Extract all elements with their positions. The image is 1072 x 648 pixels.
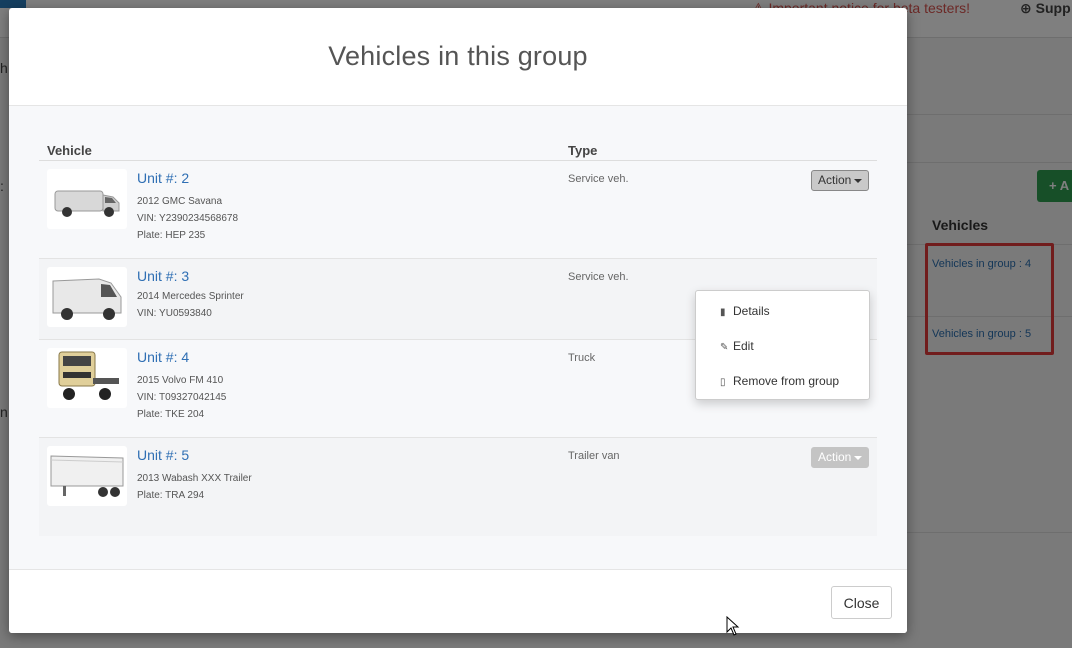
unit-link[interactable]: Unit #: 4 — [137, 349, 189, 365]
vehicle-type: Service veh. — [568, 271, 629, 283]
table-row: Unit #: 5 2013 Wabash XXX Trailer Plate:… — [39, 438, 877, 536]
menu-item-remove-from-group[interactable]: ▯ Remove from group — [720, 374, 839, 388]
menu-item-label: Edit — [733, 339, 754, 353]
caret-down-icon — [854, 455, 863, 460]
vehicle-type: Truck — [568, 352, 596, 364]
action-button[interactable]: Action — [811, 447, 869, 468]
vehicle-vin: VIN: T09327042145 — [137, 392, 227, 403]
vehicle-model: 2012 GMC Savana — [137, 196, 223, 207]
vehicle-vin: VIN: Y2390234568678 — [137, 213, 239, 224]
edit-icon: ✎ — [720, 342, 729, 353]
vehicle-thumbnail — [47, 169, 127, 229]
trash-icon: ▯ — [720, 377, 726, 388]
action-label: Action — [818, 173, 852, 187]
van-icon — [54, 190, 120, 217]
vehicle-thumbnail — [47, 348, 127, 408]
menu-item-label: Details — [733, 304, 770, 318]
menu-item-details[interactable]: ▮ Details — [720, 304, 770, 318]
vehicle-type: Trailer van — [568, 450, 620, 462]
vehicle-column-header: Vehicle — [47, 143, 92, 158]
close-button[interactable]: Close — [831, 586, 892, 619]
vehicle-thumbnail — [47, 267, 127, 327]
table-header: Vehicle Type — [39, 132, 877, 161]
sprinter-van-icon — [52, 278, 122, 320]
vehicle-plate: Plate: TRA 294 — [137, 490, 205, 501]
mouse-cursor-icon — [726, 616, 740, 636]
vehicles-modal: Vehicles in this group Vehicle Type Unit… — [9, 8, 907, 633]
caret-down-icon — [854, 178, 863, 183]
vehicle-vin: VIN: YU0593840 — [137, 308, 212, 319]
vehicle-plate: Plate: TKE 204 — [137, 409, 205, 420]
trailer-icon — [50, 455, 124, 497]
modal-title: Vehicles in this group — [328, 41, 588, 71]
unit-link[interactable]: Unit #: 5 — [137, 447, 189, 463]
action-dropdown-menu: ▮ Details ✎ Edit ▯ Remove from group — [695, 290, 870, 400]
modal-header: Vehicles in this group — [9, 8, 907, 106]
type-column-header: Type — [568, 143, 598, 158]
book-icon: ▮ — [720, 307, 726, 318]
vehicle-model: 2014 Mercedes Sprinter — [137, 291, 244, 302]
vehicle-model: 2015 Volvo FM 410 — [137, 375, 224, 386]
vehicle-type: Service veh. — [568, 173, 629, 185]
action-button[interactable]: Action — [811, 170, 869, 191]
unit-link[interactable]: Unit #: 3 — [137, 268, 189, 284]
modal-footer: Close — [9, 569, 907, 633]
table-row: Unit #: 2 2012 GMC Savana VIN: Y23902345… — [39, 161, 877, 259]
vehicle-plate: Plate: HEP 235 — [137, 230, 206, 241]
unit-link[interactable]: Unit #: 2 — [137, 170, 189, 186]
menu-item-label: Remove from group — [733, 374, 840, 388]
menu-item-edit[interactable]: ✎ Edit — [720, 339, 754, 353]
vehicle-thumbnail — [47, 446, 127, 506]
vehicle-model: 2013 Wabash XXX Trailer — [137, 473, 252, 484]
modal-body: Vehicle Type Unit #: 2 2012 GMC Savana V… — [9, 106, 907, 569]
truck-icon — [58, 351, 119, 400]
action-label: Action — [818, 450, 852, 464]
